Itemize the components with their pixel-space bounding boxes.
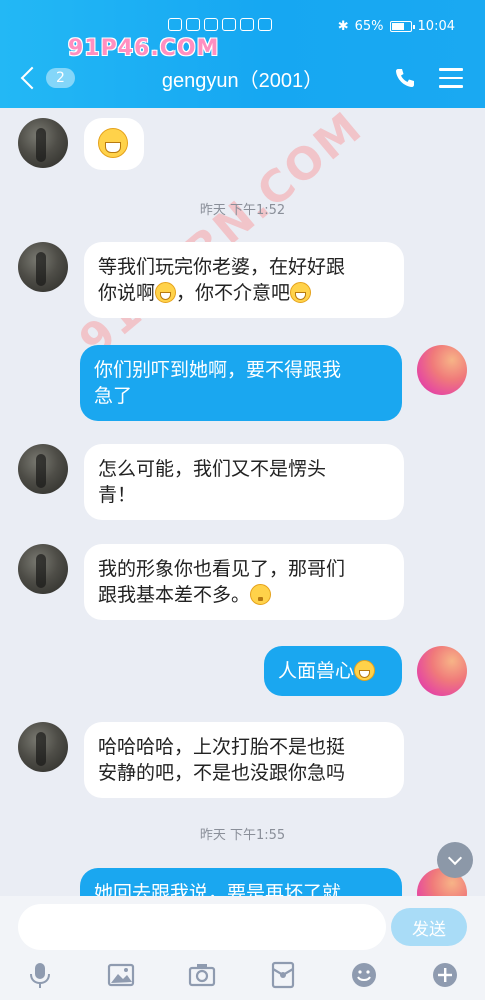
message-bubble[interactable]: 哈哈哈哈，上次打胎不是也挺 安静的吧，不是也没跟你急吗 [84, 722, 404, 798]
camera-icon[interactable] [187, 960, 217, 990]
message-text-line: 急了 [94, 385, 133, 407]
browser-notification-icon [222, 18, 236, 31]
contact-avatar[interactable] [18, 242, 68, 292]
message-text-line: 你说啊 ，你不介意吧 [98, 280, 390, 306]
bluetooth-icon: ✱ [337, 19, 349, 34]
mic-icon[interactable] [25, 960, 55, 990]
contact-avatar[interactable] [18, 118, 68, 168]
chevron-down-icon [447, 850, 463, 866]
my-avatar[interactable] [417, 646, 467, 696]
grin-emoji-icon [354, 660, 376, 681]
phone-icon[interactable] [393, 66, 417, 90]
menu-icon[interactable] [439, 68, 463, 88]
message-text-line: 怎么可能，我们又不是愣头 [98, 458, 327, 480]
app-notification-icon [204, 18, 218, 31]
clock: 10:04 [417, 19, 455, 34]
grin-emoji-icon [155, 282, 177, 303]
video-notification-icon [258, 18, 272, 31]
notification-icons [168, 18, 272, 31]
red-packet-icon[interactable] [268, 960, 298, 990]
message-text-line: 我的形象你也看见了，那哥们 [98, 558, 346, 580]
my-message-bubble[interactable]: 人面兽心 [264, 646, 402, 696]
contact-avatar[interactable] [18, 544, 68, 594]
watermark-logo: 91P46.COM [68, 36, 220, 61]
input-toolbar [0, 958, 485, 992]
message-list[interactable]: 91PORN.COM 昨天 下午1:52 等我们玩完你老婆，在好好跟 你说啊 ，你… [0, 108, 485, 896]
contact-avatar[interactable] [18, 444, 68, 494]
signal-icon [186, 18, 200, 31]
message-text-line: 安静的吧，不是也没跟你急吗 [98, 762, 346, 784]
message-bubble[interactable]: 我的形象你也看见了，那哥们 跟我基本差不多。 [84, 544, 404, 620]
status-right: ✱ 65% 10:04 [338, 19, 455, 34]
battery-percent: 65% [354, 19, 384, 34]
thinking-emoji-icon [250, 584, 272, 605]
send-button[interactable]: 发送 [391, 908, 467, 946]
message-text-line: 哈哈哈哈，上次打胎不是也挺 [98, 736, 346, 758]
hd-signal-icon [168, 18, 182, 31]
message-bubble[interactable]: 怎么可能，我们又不是愣头 青！ [84, 444, 404, 520]
message-text-line: 青！ [98, 484, 137, 506]
emoji-icon[interactable] [349, 960, 379, 990]
message-text-line: 跟我基本差不多。 [98, 582, 390, 608]
grin-emoji-icon [98, 128, 128, 158]
status-bar: ✱ 65% 10:04 [0, 18, 485, 38]
message-text: 人面兽心 [278, 660, 355, 682]
my-avatar[interactable] [417, 345, 467, 395]
chat-header: ✱ 65% 10:04 91P46.COM 2 gengyun（2001） [0, 0, 485, 108]
contact-avatar[interactable] [18, 722, 68, 772]
plus-icon[interactable] [430, 960, 460, 990]
input-bar: 发送 [0, 896, 485, 1000]
message-bubble[interactable] [84, 118, 144, 170]
message-text-line: 等我们玩完你老婆，在好好跟 [98, 256, 346, 278]
scroll-to-bottom-button[interactable] [437, 842, 473, 878]
image-icon[interactable] [106, 960, 136, 990]
timestamp: 昨天 下午1:55 [199, 828, 286, 843]
timestamp: 昨天 下午1:52 [199, 203, 286, 218]
message-text-line: 你们别吓到她啊，要不得跟我 [94, 359, 342, 381]
message-input[interactable] [18, 904, 386, 950]
grin-emoji-icon [290, 282, 312, 303]
battery-icon [389, 21, 415, 32]
message-text-line: 她回去跟我说，要是再坏了就 [94, 882, 342, 896]
my-message-bubble[interactable]: 她回去跟我说，要是再坏了就 [80, 868, 402, 896]
message-bubble[interactable]: 等我们玩完你老婆，在好好跟 你说啊 ，你不介意吧 [84, 242, 404, 318]
mail-notification-icon [240, 18, 254, 31]
my-message-bubble[interactable]: 你们别吓到她啊，要不得跟我 急了 [80, 345, 402, 421]
